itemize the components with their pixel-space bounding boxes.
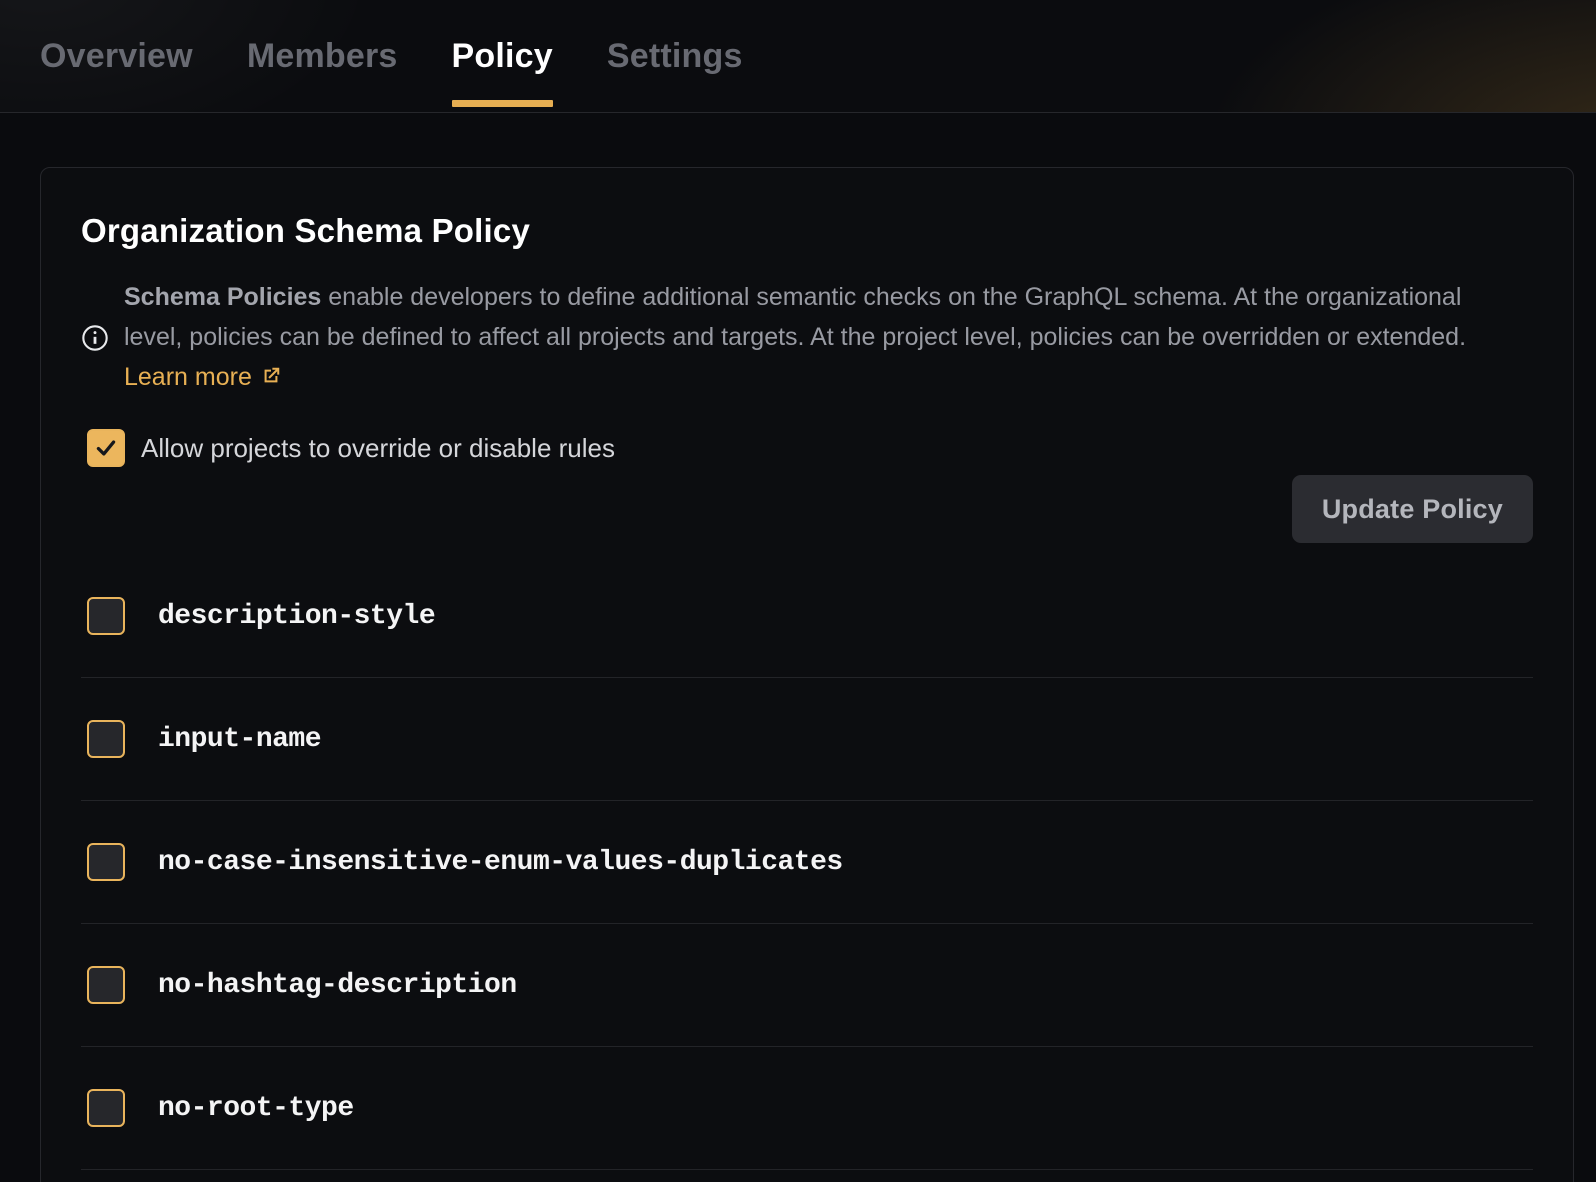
tab-policy-label: Policy: [452, 37, 553, 76]
rule-name: input-name: [158, 724, 321, 755]
tab-policy[interactable]: Policy: [452, 0, 553, 112]
policy-description: Schema Policies enable developers to def…: [124, 277, 1496, 399]
update-policy-button[interactable]: Update Policy: [1292, 475, 1533, 543]
override-rules-checkbox[interactable]: [87, 429, 125, 467]
override-rules-label[interactable]: Allow projects to override or disable ru…: [141, 433, 615, 464]
policy-description-body: enable developers to define additional s…: [124, 283, 1466, 351]
rule-checkbox-no-hashtag-description[interactable]: [87, 966, 125, 1004]
rule-name: description-style: [158, 601, 435, 632]
rule-checkbox-no-case-insensitive-enum-values-duplicates[interactable]: [87, 843, 125, 881]
rule-name: no-hashtag-description: [158, 970, 517, 1001]
rule-name: no-case-insensitive-enum-values-duplicat…: [158, 847, 843, 878]
policy-info-callout: Schema Policies enable developers to def…: [81, 277, 1533, 399]
external-link-icon: [260, 359, 282, 399]
rule-checkbox-description-style[interactable]: [87, 597, 125, 635]
checkmark-icon: [93, 435, 119, 461]
info-circle-icon: [81, 324, 109, 352]
page-title: Organization Schema Policy: [81, 212, 1533, 250]
schema-policy-card: Organization Schema Policy Schema Polici…: [40, 167, 1574, 1182]
tab-settings[interactable]: Settings: [607, 0, 743, 112]
rule-row-no-hashtag-description: no-hashtag-description: [81, 924, 1533, 1047]
rule-checkbox-input-name[interactable]: [87, 720, 125, 758]
rule-row-description-style: description-style: [81, 555, 1533, 678]
tab-members[interactable]: Members: [247, 0, 398, 112]
policy-description-lead: Schema Policies: [124, 283, 321, 311]
learn-more-label: Learn more: [124, 363, 252, 391]
rule-row-no-case-insensitive-enum-values-duplicates: no-case-insensitive-enum-values-duplicat…: [81, 801, 1533, 924]
actions-row: Update Policy: [81, 475, 1533, 543]
override-rules-row: Allow projects to override or disable ru…: [81, 429, 1533, 467]
tab-overview-label: Overview: [40, 37, 193, 76]
rule-row-input-name: input-name: [81, 678, 1533, 801]
tab-overview[interactable]: Overview: [40, 0, 193, 112]
rules-list: description-style input-name no-case-ins…: [81, 555, 1533, 1170]
active-tab-underline: [452, 100, 553, 107]
org-tab-bar: Overview Members Policy Settings: [0, 0, 1596, 113]
tab-members-label: Members: [247, 37, 398, 76]
rule-name: no-root-type: [158, 1093, 354, 1124]
rule-checkbox-no-root-type[interactable]: [87, 1089, 125, 1127]
tab-settings-label: Settings: [607, 37, 743, 76]
learn-more-link[interactable]: Learn more: [124, 363, 282, 391]
rule-row-no-root-type: no-root-type: [81, 1047, 1533, 1170]
